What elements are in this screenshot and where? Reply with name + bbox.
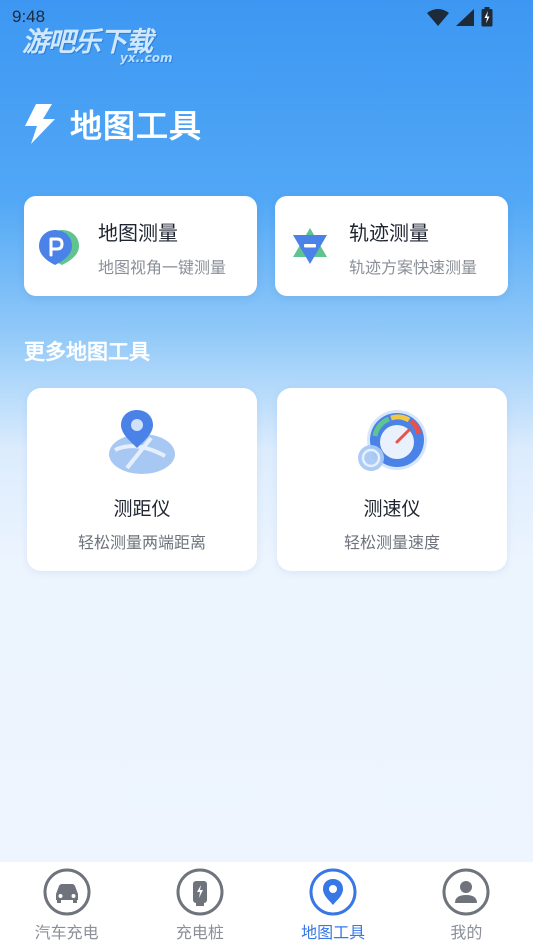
nav-item-charging-pile[interactable]: 充电桩: [133, 862, 266, 948]
distance-meter-subtitle: 轻松测量两端距离: [77, 533, 206, 552]
nav-item-mine[interactable]: 我的: [400, 862, 533, 948]
track-icon: [293, 228, 327, 264]
wifi-icon: [427, 8, 449, 26]
user-icon: [442, 868, 490, 916]
signal-icon: [456, 8, 474, 26]
car-icon: [43, 868, 91, 916]
page-header: 地图工具: [22, 100, 202, 148]
distance-meter-card[interactable]: 测距仪 轻松测量两端距离: [27, 388, 257, 571]
track-measure-title: 轨迹测量: [349, 221, 429, 245]
status-icons: [427, 7, 493, 27]
distance-meter-title: 测距仪: [113, 498, 171, 520]
nav-item-car-charging[interactable]: 汽车充电: [0, 862, 133, 948]
page-title: 地图工具: [70, 107, 203, 145]
track-measure-card[interactable]: 轨迹测量 轨迹方案快速测量: [275, 196, 508, 296]
watermark-subtext: yx..com: [120, 51, 173, 65]
map-pin-icon: [39, 230, 79, 265]
speed-meter-card[interactable]: 测速仪 轻松测量速度: [277, 388, 507, 571]
distance-map-icon: [109, 410, 175, 474]
speed-meter-subtitle: 轻松测量速度: [343, 533, 440, 552]
map-measure-title: 地图测量: [98, 221, 178, 245]
nav-label-map-tools: 地图工具: [301, 923, 366, 942]
watermark-logo: 游吧乐下载 yx..com: [22, 20, 192, 68]
nav-label-charging-pile: 充电桩: [175, 923, 224, 942]
lightning-icon: [25, 104, 55, 144]
nav-item-map-tools[interactable]: 地图工具: [267, 862, 400, 948]
section-title: 更多地图工具: [24, 340, 150, 364]
bottom-nav: 汽车充电 充电桩 地图工具 我的: [0, 862, 533, 948]
map-measure-subtitle: 地图视角一键测量: [98, 258, 227, 277]
battery-icon: [481, 7, 493, 27]
nav-label-car-charging: 汽车充电: [34, 923, 99, 942]
speed-meter-title: 测速仪: [363, 498, 421, 520]
map-measure-card[interactable]: 地图测量 地图视角一键测量: [24, 196, 257, 296]
location-pin-icon: [309, 868, 357, 916]
charging-pile-icon: [176, 868, 224, 916]
nav-label-mine: 我的: [450, 923, 483, 942]
track-measure-subtitle: 轨迹方案快速测量: [349, 258, 478, 277]
speedometer-icon: [358, 410, 427, 471]
